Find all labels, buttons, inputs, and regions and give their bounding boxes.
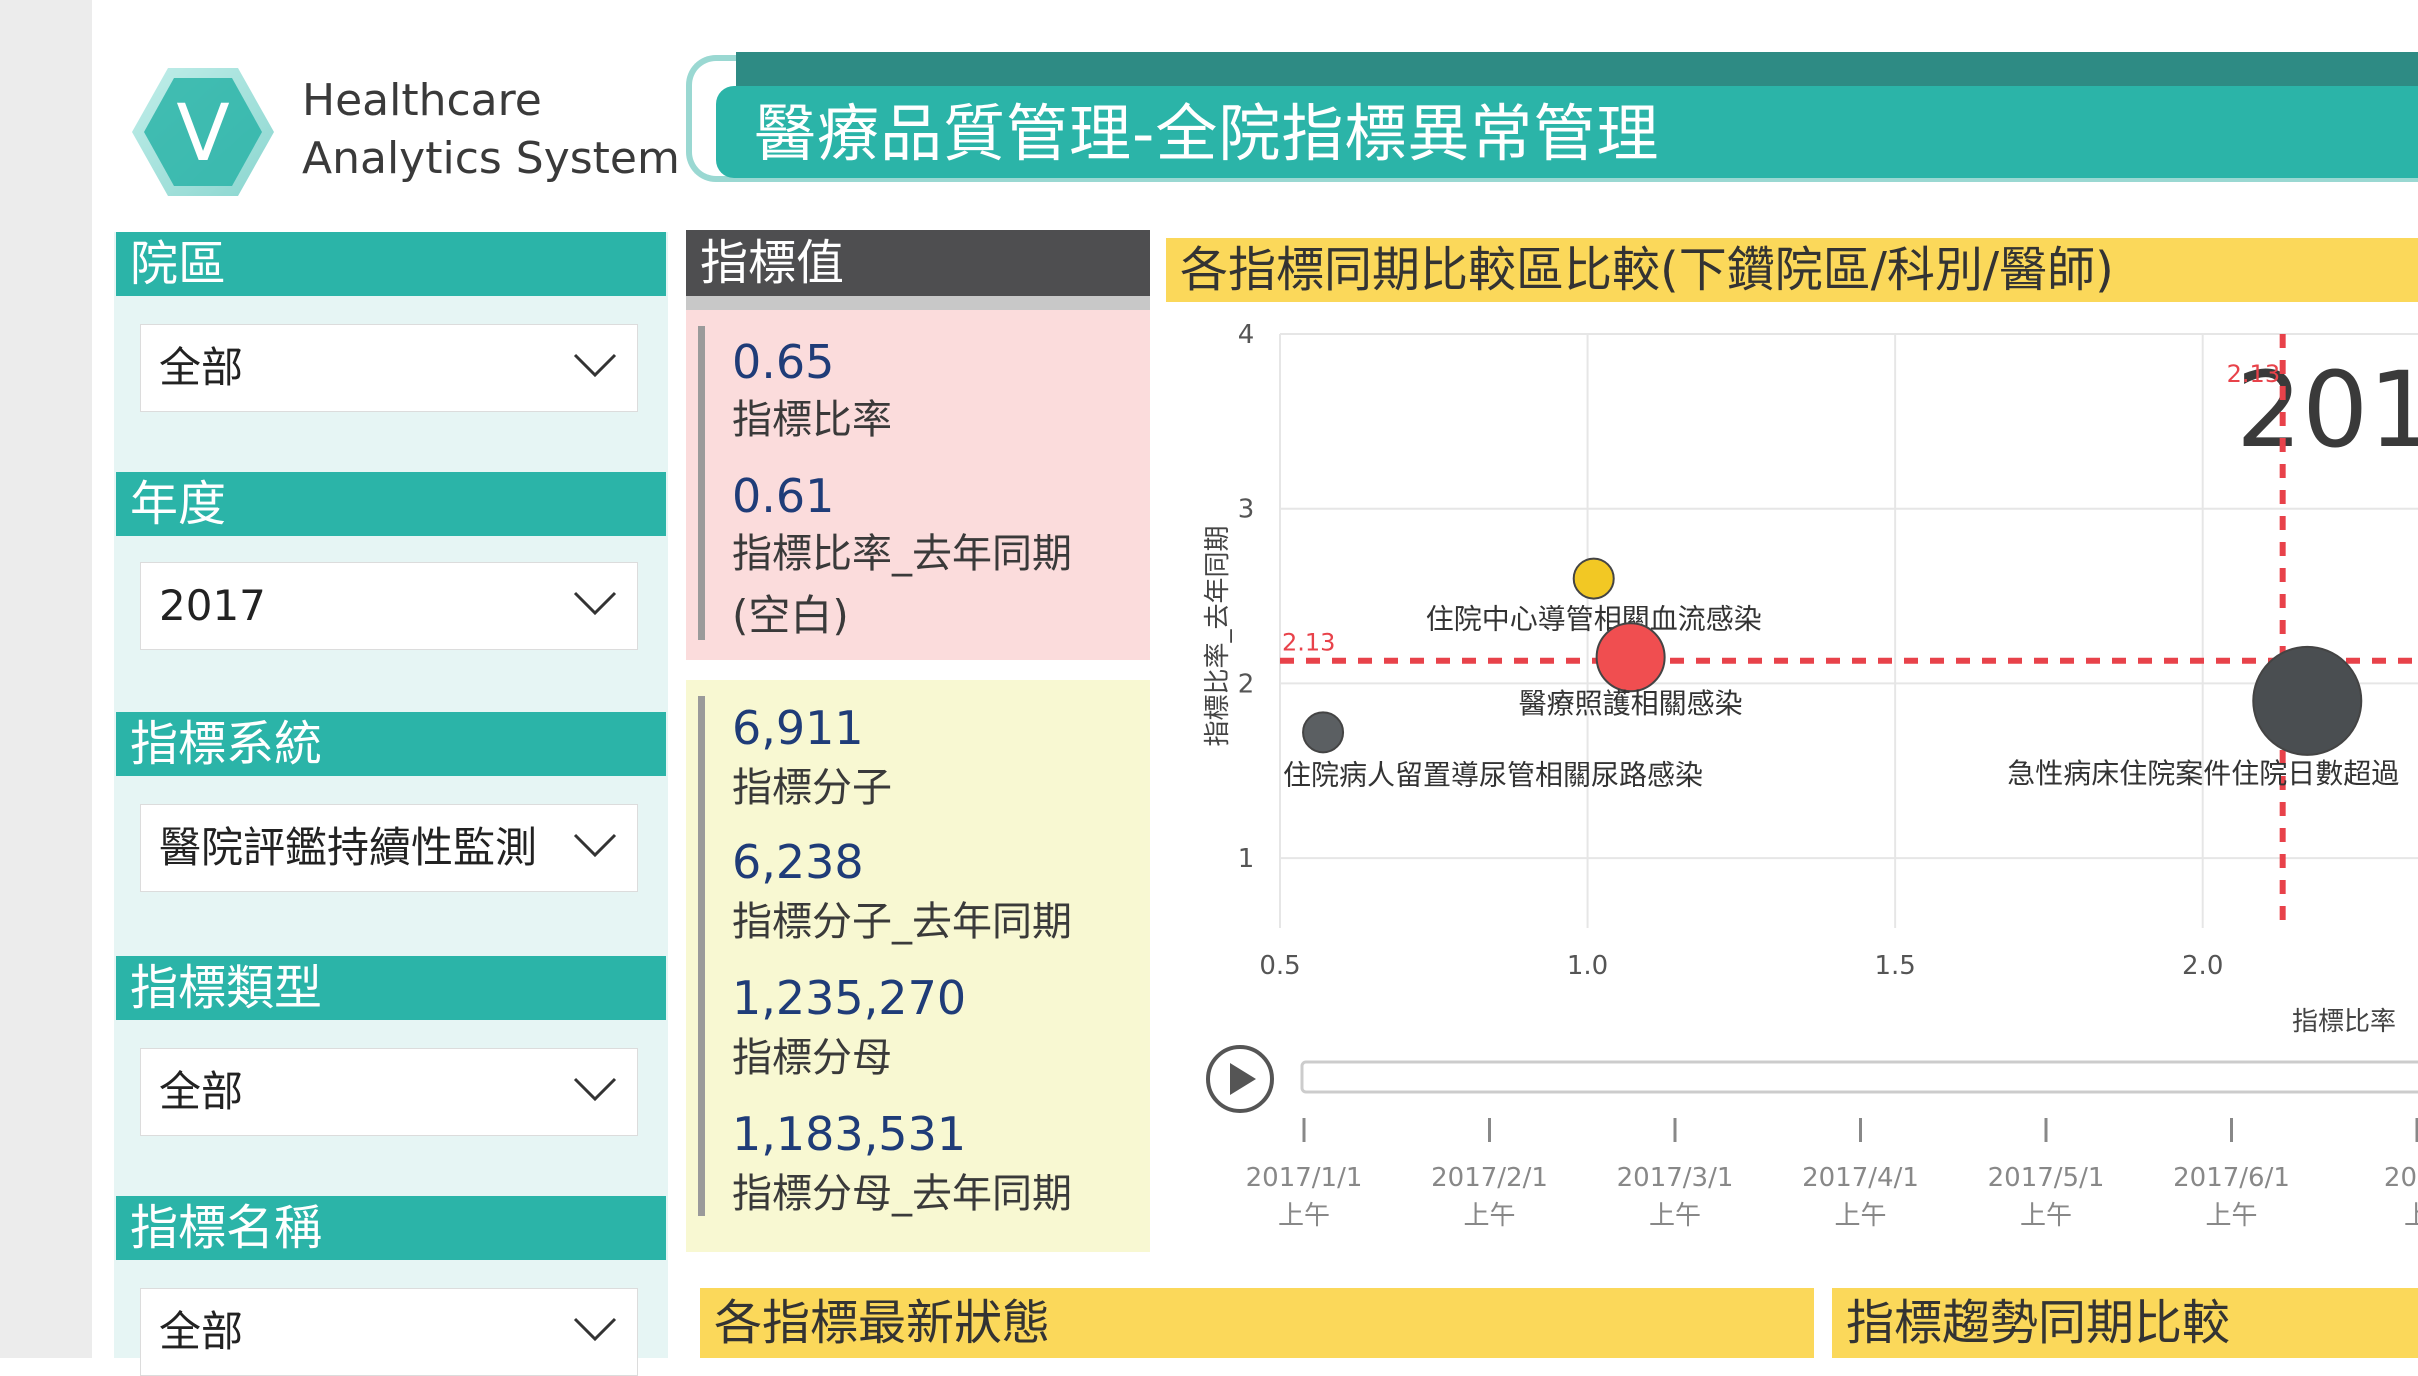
chevron-down-icon — [573, 1077, 617, 1102]
timeline-ampm-label: 上午 — [2205, 1201, 2257, 1231]
count-panel-bar — [698, 696, 705, 1216]
scatter-point — [1302, 711, 1345, 754]
system-dropdown-value: 醫院評鑑持續性監測 — [159, 823, 538, 872]
filter-label-type: 指標類型 — [116, 956, 666, 1020]
chevron-down-icon — [573, 591, 617, 616]
name-dropdown-value: 全部 — [159, 1307, 244, 1356]
scatter-point-label: 住院病人留置導尿管相關尿路感染 — [1283, 758, 1703, 791]
type-dropdown-value: 全部 — [159, 1067, 244, 1116]
logo-mark: V — [176, 89, 229, 179]
filter-label-year: 年度 — [116, 472, 666, 536]
logo-line1: Healthcare — [302, 75, 542, 126]
year-dropdown-value: 2017 — [159, 581, 266, 630]
scatter-point — [1595, 622, 1666, 693]
rate-value: 0.65 — [732, 335, 835, 389]
blank-label: (空白) — [732, 591, 849, 640]
x-tick-label: 0.5 — [1259, 951, 1300, 981]
timeline-date-label: 2017/6/1 — [2173, 1163, 2290, 1193]
timeline-ampm-label: 上午 — [1649, 1201, 1701, 1231]
indicator-card-strip — [686, 296, 1150, 310]
denominator-label: 指標分母 — [732, 1035, 892, 1081]
scatter-chart[interactable]: 0.5 1.0 1.5 2.0 1 2 3 4 指標比率 指標比率_去年同期 2017 2.13 2.… — [1166, 306, 2418, 1258]
timeline-ampm-label: 上午 — [1278, 1201, 1330, 1231]
y-tick-label: 4 — [1238, 320, 1255, 350]
name-dropdown[interactable]: 全部 — [140, 1288, 638, 1376]
numerator-value: 6,911 — [732, 701, 864, 755]
timeline-ampm-label: 上 — [2404, 1201, 2418, 1231]
rate-label: 指標比率 — [732, 397, 892, 443]
logo-line2: Analytics System — [302, 133, 680, 184]
hexagon-v-logo-icon: V — [132, 68, 274, 196]
x-tick-label: 1.5 — [1874, 951, 1915, 981]
play-button[interactable] — [1206, 1045, 1274, 1113]
x-axis-label: 指標比率 — [2292, 1007, 2396, 1037]
latest-status-header: 各指標最新狀態 — [700, 1288, 1814, 1358]
timeline-ampm-label: 上午 — [1463, 1201, 1515, 1231]
timeline-date-label: 2017 — [2384, 1163, 2418, 1193]
indicator-card-title: 指標值 — [686, 230, 1150, 296]
y-tick-label: 1 — [1238, 844, 1255, 874]
timeline-date-label: 2017/5/1 — [1988, 1163, 2105, 1193]
logo-text: Healthcare Analytics System — [302, 72, 680, 188]
type-dropdown[interactable]: 全部 — [140, 1048, 638, 1136]
timeline-date-label: 2017/4/1 — [1802, 1163, 1919, 1193]
scatter-point — [2252, 645, 2363, 756]
x-tick-label: 2.0 — [2182, 951, 2223, 981]
left-gutter — [0, 0, 92, 1358]
timeline-date-label: 2017/2/1 — [1431, 1163, 1548, 1193]
system-dropdown[interactable]: 醫院評鑑持續性監測 — [140, 804, 638, 892]
campus-dropdown-value: 全部 — [159, 343, 244, 392]
chevron-down-icon — [573, 353, 617, 378]
y-tick-label: 2 — [1238, 669, 1255, 699]
reference-line-x-label: 2.13 — [2227, 360, 2280, 388]
chevron-down-icon — [573, 1317, 617, 1342]
denominator-last-year-label: 指標分母_去年同期 — [732, 1171, 1072, 1217]
filter-label-campus: 院區 — [116, 232, 666, 296]
rate-panel-bar — [698, 326, 705, 640]
numerator-label: 指標分子 — [732, 765, 892, 811]
scatter-chart-title: 各指標同期比較區比較(下鑽院區/科別/醫師) — [1166, 238, 2418, 302]
y-axis-label: 指標比率_去年同期 — [1203, 525, 1233, 746]
scatter-point-label: 醫療照護相關感染 — [1519, 687, 1743, 720]
page-title: 醫療品質管理-全院指標異常管理 — [754, 97, 1660, 170]
chevron-down-icon — [573, 833, 617, 858]
rate-last-year-label: 指標比率_去年同期 — [732, 531, 1072, 577]
timeline-date-label: 2017/3/1 — [1617, 1163, 1734, 1193]
scatter-point-label: 住院中心導管相關血流感染 — [1426, 603, 1762, 636]
timeline-track[interactable] — [1300, 1060, 2418, 1094]
timeline-ampm-label: 上午 — [2020, 1201, 2072, 1231]
filter-label-name: 指標名稱 — [116, 1196, 666, 1260]
scatter-point-label: 急性病床住院案件住院日數超過 — [2007, 757, 2399, 790]
denominator-last-year-value: 1,183,531 — [732, 1107, 967, 1161]
trend-compare-header: 指標趨勢同期比較 — [1832, 1288, 2418, 1358]
y-tick-label: 3 — [1238, 495, 1255, 525]
x-tick-label: 1.0 — [1567, 951, 1608, 981]
filter-label-system: 指標系統 — [116, 712, 666, 776]
title-banner-top-strip — [736, 52, 2418, 86]
timeline-date-label: 2017/1/1 — [1246, 1163, 1363, 1193]
numerator-last-year-label: 指標分子_去年同期 — [732, 899, 1072, 945]
reference-line-y-label: 2.13 — [1282, 629, 1335, 657]
year-dropdown[interactable]: 2017 — [140, 562, 638, 650]
timeline-ampm-label: 上午 — [1834, 1201, 1886, 1231]
scatter-point — [1572, 557, 1615, 600]
rate-last-year-value: 0.61 — [732, 469, 835, 523]
denominator-value: 1,235,270 — [732, 971, 967, 1025]
campus-dropdown[interactable]: 全部 — [140, 324, 638, 412]
numerator-last-year-value: 6,238 — [732, 835, 864, 889]
